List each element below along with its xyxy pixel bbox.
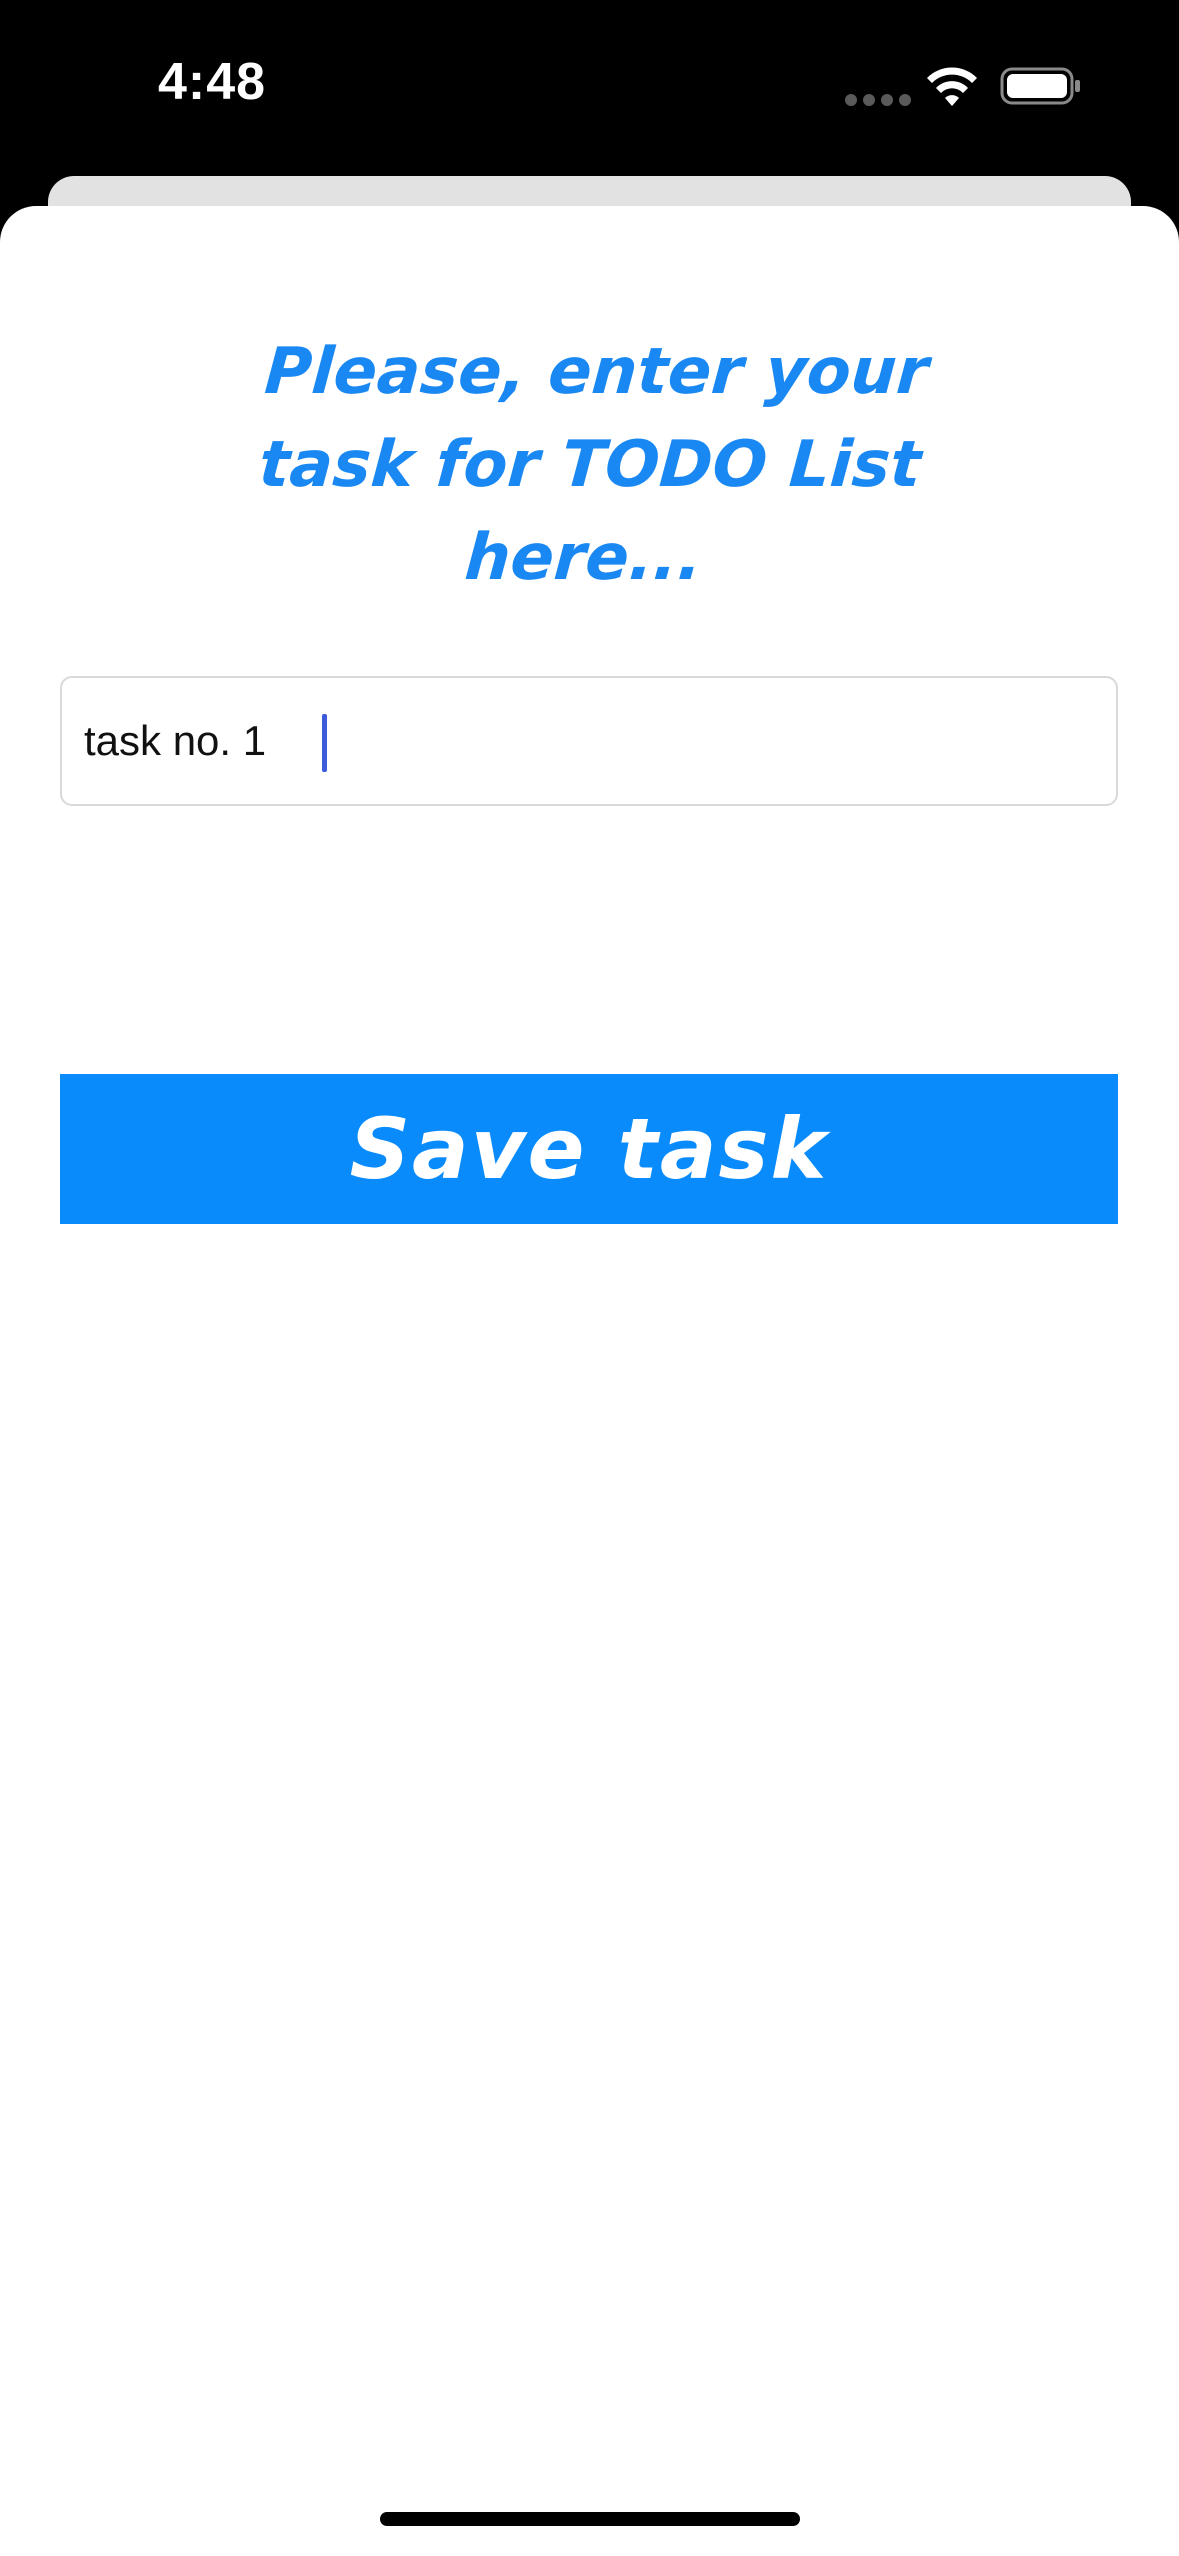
- task-input[interactable]: [62, 678, 1116, 804]
- cellular-signal-icon: [845, 94, 911, 106]
- save-task-button[interactable]: Save task: [60, 1074, 1118, 1224]
- battery-icon: [1000, 67, 1080, 105]
- prompt-title: Please, enter your task for TODO List he…: [256, 335, 931, 595]
- text-cursor: [322, 714, 327, 772]
- wifi-icon: [927, 67, 977, 106]
- status-time: 4:48: [158, 53, 267, 111]
- status-bar: 4:48: [0, 0, 1179, 176]
- task-input-container[interactable]: [60, 676, 1118, 806]
- home-indicator[interactable]: [380, 2512, 800, 2526]
